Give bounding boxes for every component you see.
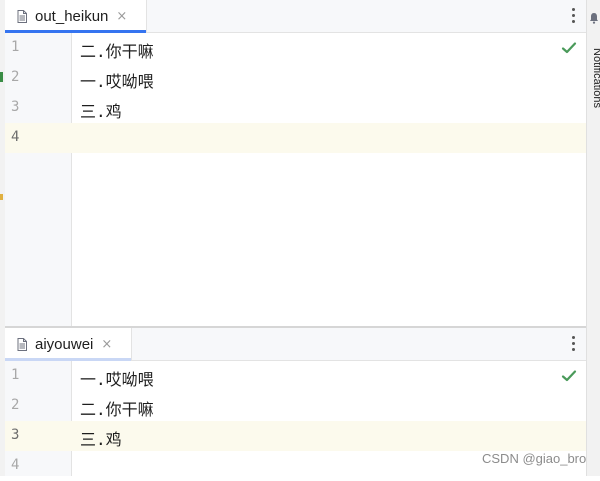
more-vertical-icon[interactable] — [570, 335, 576, 353]
line-number: 4 — [11, 457, 20, 473]
editor-line[interactable]: 1 一.哎呦喂 — [5, 361, 586, 391]
editor-line-current[interactable]: 4 — [5, 123, 586, 153]
editor-line[interactable]: 2 一.哎呦喂 — [5, 63, 586, 93]
line-text: 三.鸡 — [80, 102, 122, 121]
bell-icon — [590, 13, 598, 24]
editor-area[interactable]: 1 二.你干嘛 2 一.哎呦喂 3 三.鸡 4 — [5, 33, 586, 326]
tab-bar: out_heikun × — [5, 0, 586, 33]
left-marker — [0, 194, 3, 200]
file-icon — [17, 9, 27, 23]
tab-bar: aiyouwei × — [5, 328, 586, 361]
line-number: 4 — [11, 129, 20, 145]
line-text: 一.哎呦喂 — [80, 370, 154, 389]
line-text: 一.哎呦喂 — [80, 72, 154, 91]
line-text: 二.你干嘛 — [80, 42, 154, 61]
editor-line[interactable]: 2 二.你干嘛 — [5, 391, 586, 421]
file-icon — [17, 337, 27, 351]
editor-line[interactable]: 1 二.你干嘛 — [5, 33, 586, 63]
left-marker — [0, 72, 3, 82]
line-number: 3 — [11, 427, 20, 443]
line-number: 2 — [11, 69, 20, 85]
more-vertical-icon[interactable] — [570, 7, 576, 25]
notifications-tool-window-strip[interactable]: Notifications — [586, 0, 600, 476]
tab-label: aiyouwei — [35, 335, 94, 353]
line-text: 二.你干嘛 — [80, 400, 154, 419]
watermark: CSDN @giao_bro — [482, 451, 587, 466]
notifications-label[interactable]: Notifications — [591, 38, 600, 118]
ide-window: out_heikun × 1 二.你干嘛 2 一.哎呦喂 3 三.鸡 4 aiy… — [0, 0, 600, 476]
close-icon[interactable]: × — [101, 338, 112, 351]
close-icon[interactable]: × — [116, 10, 127, 23]
line-number: 1 — [11, 367, 20, 383]
tab-aiyouwei[interactable]: aiyouwei × — [5, 328, 132, 361]
tab-out-heikun[interactable]: out_heikun × — [5, 0, 147, 33]
check-icon — [561, 370, 577, 382]
editor-pane-top: out_heikun × 1 二.你干嘛 2 一.哎呦喂 3 三.鸡 4 — [5, 0, 586, 326]
check-icon — [561, 42, 577, 54]
line-number: 3 — [11, 99, 20, 115]
line-text: 三.鸡 — [80, 430, 122, 449]
line-number: 1 — [11, 39, 20, 55]
editor-line[interactable]: 3 三.鸡 — [5, 93, 586, 123]
tab-label: out_heikun — [35, 7, 109, 25]
editor-line-current[interactable]: 3 三.鸡 — [5, 421, 586, 451]
line-number: 2 — [11, 397, 20, 413]
